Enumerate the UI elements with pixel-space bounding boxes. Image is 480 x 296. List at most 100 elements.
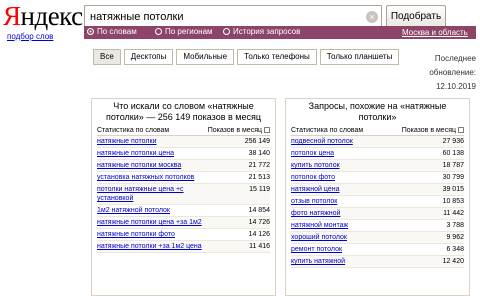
impressions-count: 12 420 bbox=[442, 258, 464, 265]
updated-date: 12.10.2019 bbox=[435, 82, 476, 91]
table-row: натяжной цена 39 015 bbox=[291, 184, 464, 196]
col-keyword: Статистика по словам bbox=[97, 126, 170, 134]
table-row: потолки натяжные цена +с установкой 15 11… bbox=[97, 184, 270, 205]
impressions-count: 39 015 bbox=[442, 186, 464, 193]
region-link[interactable]: Москва и область bbox=[402, 28, 468, 37]
keyword-link[interactable]: потолок цена bbox=[291, 149, 334, 158]
table-row: натяжной монтаж 3 788 bbox=[291, 220, 464, 232]
keyword-link[interactable]: потолки натяжные цена +с установкой bbox=[97, 185, 209, 203]
impressions-count: 21 772 bbox=[248, 162, 270, 169]
table-row: натяжные потолки фото 14 126 bbox=[97, 229, 270, 241]
keyword-link[interactable]: потолок фото bbox=[291, 173, 335, 182]
radio-dot-icon bbox=[87, 28, 94, 35]
impressions-count: 27 936 bbox=[442, 138, 464, 145]
impressions-count: 10 853 bbox=[442, 198, 464, 205]
similar-table: Статистика по словам Показов в месяц под… bbox=[291, 125, 464, 268]
keyword-link[interactable]: купить натяжной bbox=[291, 257, 345, 266]
keyword-link[interactable]: натяжной цена bbox=[291, 185, 339, 194]
impressions-count: 9 962 bbox=[446, 234, 464, 241]
col-keyword: Статистика по словам bbox=[291, 126, 364, 134]
tab-phones[interactable]: Только телефоны bbox=[237, 49, 317, 65]
impressions-count: 60 138 bbox=[442, 150, 464, 157]
impressions-count: 14 854 bbox=[248, 207, 270, 214]
keyword-link[interactable]: фото натяжной bbox=[291, 209, 340, 218]
table-row: натяжные потолки москва 21 772 bbox=[97, 160, 270, 172]
radio-by-regions[interactable]: По регионам bbox=[155, 27, 213, 36]
keyword-link[interactable]: натяжные потолки цена bbox=[97, 149, 174, 158]
radio-dot-icon bbox=[155, 28, 162, 35]
impressions-count: 30 799 bbox=[442, 174, 464, 181]
impressions-count: 6 348 bbox=[446, 246, 464, 253]
impressions-count: 14 126 bbox=[248, 231, 270, 238]
radio-label: По словам bbox=[97, 27, 137, 36]
table-header: Статистика по словам Показов в месяц bbox=[291, 125, 464, 136]
yandex-logo[interactable]: Яндекс bbox=[3, 2, 83, 30]
right-similar-panel: Запросы, похожие на «натяжные потолки» С… bbox=[285, 98, 470, 296]
last-updated: Последнее обновление: 12.10.2019 bbox=[418, 52, 476, 94]
keyword-link[interactable]: натяжные потолки +за 1м2 цена bbox=[97, 242, 202, 251]
impressions-count: 3 788 bbox=[446, 222, 464, 229]
sort-icon[interactable] bbox=[264, 126, 270, 133]
tab-mobile[interactable]: Мобильные bbox=[176, 49, 235, 65]
table-row: 1м2 натяжной потолок 14 854 bbox=[97, 205, 270, 217]
keyword-link[interactable]: отзыв потолок bbox=[291, 197, 337, 206]
impressions-count: 38 140 bbox=[248, 150, 270, 157]
keyword-link[interactable]: купить потолок bbox=[291, 161, 340, 170]
keyword-link[interactable]: хороший потолок bbox=[291, 233, 347, 242]
col-count-header[interactable]: Показов в месяц bbox=[207, 126, 270, 134]
impressions-count: 11 442 bbox=[443, 210, 464, 217]
updated-label-2: обновление: bbox=[429, 68, 476, 77]
impressions-count: 256 149 bbox=[244, 138, 270, 145]
tab-tablets[interactable]: Только планшеты bbox=[319, 49, 400, 65]
keyword-link[interactable]: натяжной монтаж bbox=[291, 221, 348, 230]
impressions-count: 21 513 bbox=[248, 174, 270, 181]
table-row: подвесной потолок 27 936 bbox=[291, 136, 464, 148]
subnav-link[interactable]: подбор слов bbox=[7, 32, 53, 41]
radio-by-words[interactable]: По словам bbox=[87, 27, 137, 36]
col-count: Показов в месяц bbox=[207, 126, 262, 134]
table-row: потолок цена 60 138 bbox=[291, 148, 464, 160]
table-row: ремонт потолок 6 348 bbox=[291, 244, 464, 256]
col-count-header[interactable]: Показов в месяц bbox=[401, 126, 464, 134]
search-mode-bar: По словам По регионам История запросов М… bbox=[84, 26, 476, 39]
table-row: натяжные потолки 256 149 bbox=[97, 136, 270, 148]
tab-desktops[interactable]: Десктопы bbox=[123, 49, 174, 65]
left-stats-panel: Что искали со словом «натяжные потолки» … bbox=[91, 98, 276, 296]
keyword-link[interactable]: натяжные потолки москва bbox=[97, 161, 181, 170]
radio-label: По регионам bbox=[165, 27, 213, 36]
table-row: установка натяжных потолков 21 513 bbox=[97, 172, 270, 184]
radio-dot-icon bbox=[223, 28, 230, 35]
logo-first-letter: Я bbox=[3, 1, 21, 31]
keyword-link[interactable]: натяжные потолки цена +за 1м2 bbox=[97, 218, 202, 227]
search-value: натяжные потолки bbox=[90, 11, 184, 23]
sort-icon[interactable] bbox=[458, 126, 464, 133]
keyword-link[interactable]: натяжные потолки bbox=[97, 137, 156, 146]
table-body: подвесной потолок 27 936 потолок цена 60 13… bbox=[291, 136, 464, 268]
keyword-link[interactable]: подвесной потолок bbox=[291, 137, 353, 146]
col-count: Показов в месяц bbox=[401, 126, 456, 134]
device-tabs: Все Десктопы Мобильные Только телефоны Т… bbox=[93, 49, 400, 65]
radio-label: История запросов bbox=[233, 27, 301, 36]
clear-icon[interactable]: × bbox=[366, 11, 378, 23]
table-row: купить потолок 18 787 bbox=[291, 160, 464, 172]
table-row: фото натяжной 11 442 bbox=[291, 208, 464, 220]
table-row: хороший потолок 9 962 bbox=[291, 232, 464, 244]
table-header: Статистика по словам Показов в месяц bbox=[97, 125, 270, 136]
table-row: натяжные потолки +за 1м2 цена 11 416 bbox=[97, 241, 270, 253]
impressions-count: 18 787 bbox=[442, 162, 464, 169]
keyword-link[interactable]: установка натяжных потолков bbox=[97, 173, 194, 182]
table-row: натяжные потолки цена 38 140 bbox=[97, 148, 270, 160]
impressions-count: 11 416 bbox=[249, 243, 270, 250]
keyword-link[interactable]: натяжные потолки фото bbox=[97, 230, 175, 239]
panel-title: Запросы, похожие на «натяжные потолки» bbox=[308, 101, 447, 122]
keyword-link[interactable]: ремонт потолок bbox=[291, 245, 342, 254]
logo-rest: ндекс bbox=[20, 1, 84, 31]
table-row: купить натяжной 12 420 bbox=[291, 256, 464, 268]
updated-label-1: Последнее bbox=[434, 54, 476, 63]
stats-table: Статистика по словам Показов в месяц нат… bbox=[97, 125, 270, 253]
panel-title: Что искали со словом «натяжные потолки» … bbox=[106, 101, 261, 122]
radio-history[interactable]: История запросов bbox=[223, 27, 300, 36]
tab-all[interactable]: Все bbox=[93, 49, 121, 65]
keyword-link[interactable]: 1м2 натяжной потолок bbox=[97, 206, 170, 215]
impressions-count: 15 119 bbox=[249, 186, 270, 193]
